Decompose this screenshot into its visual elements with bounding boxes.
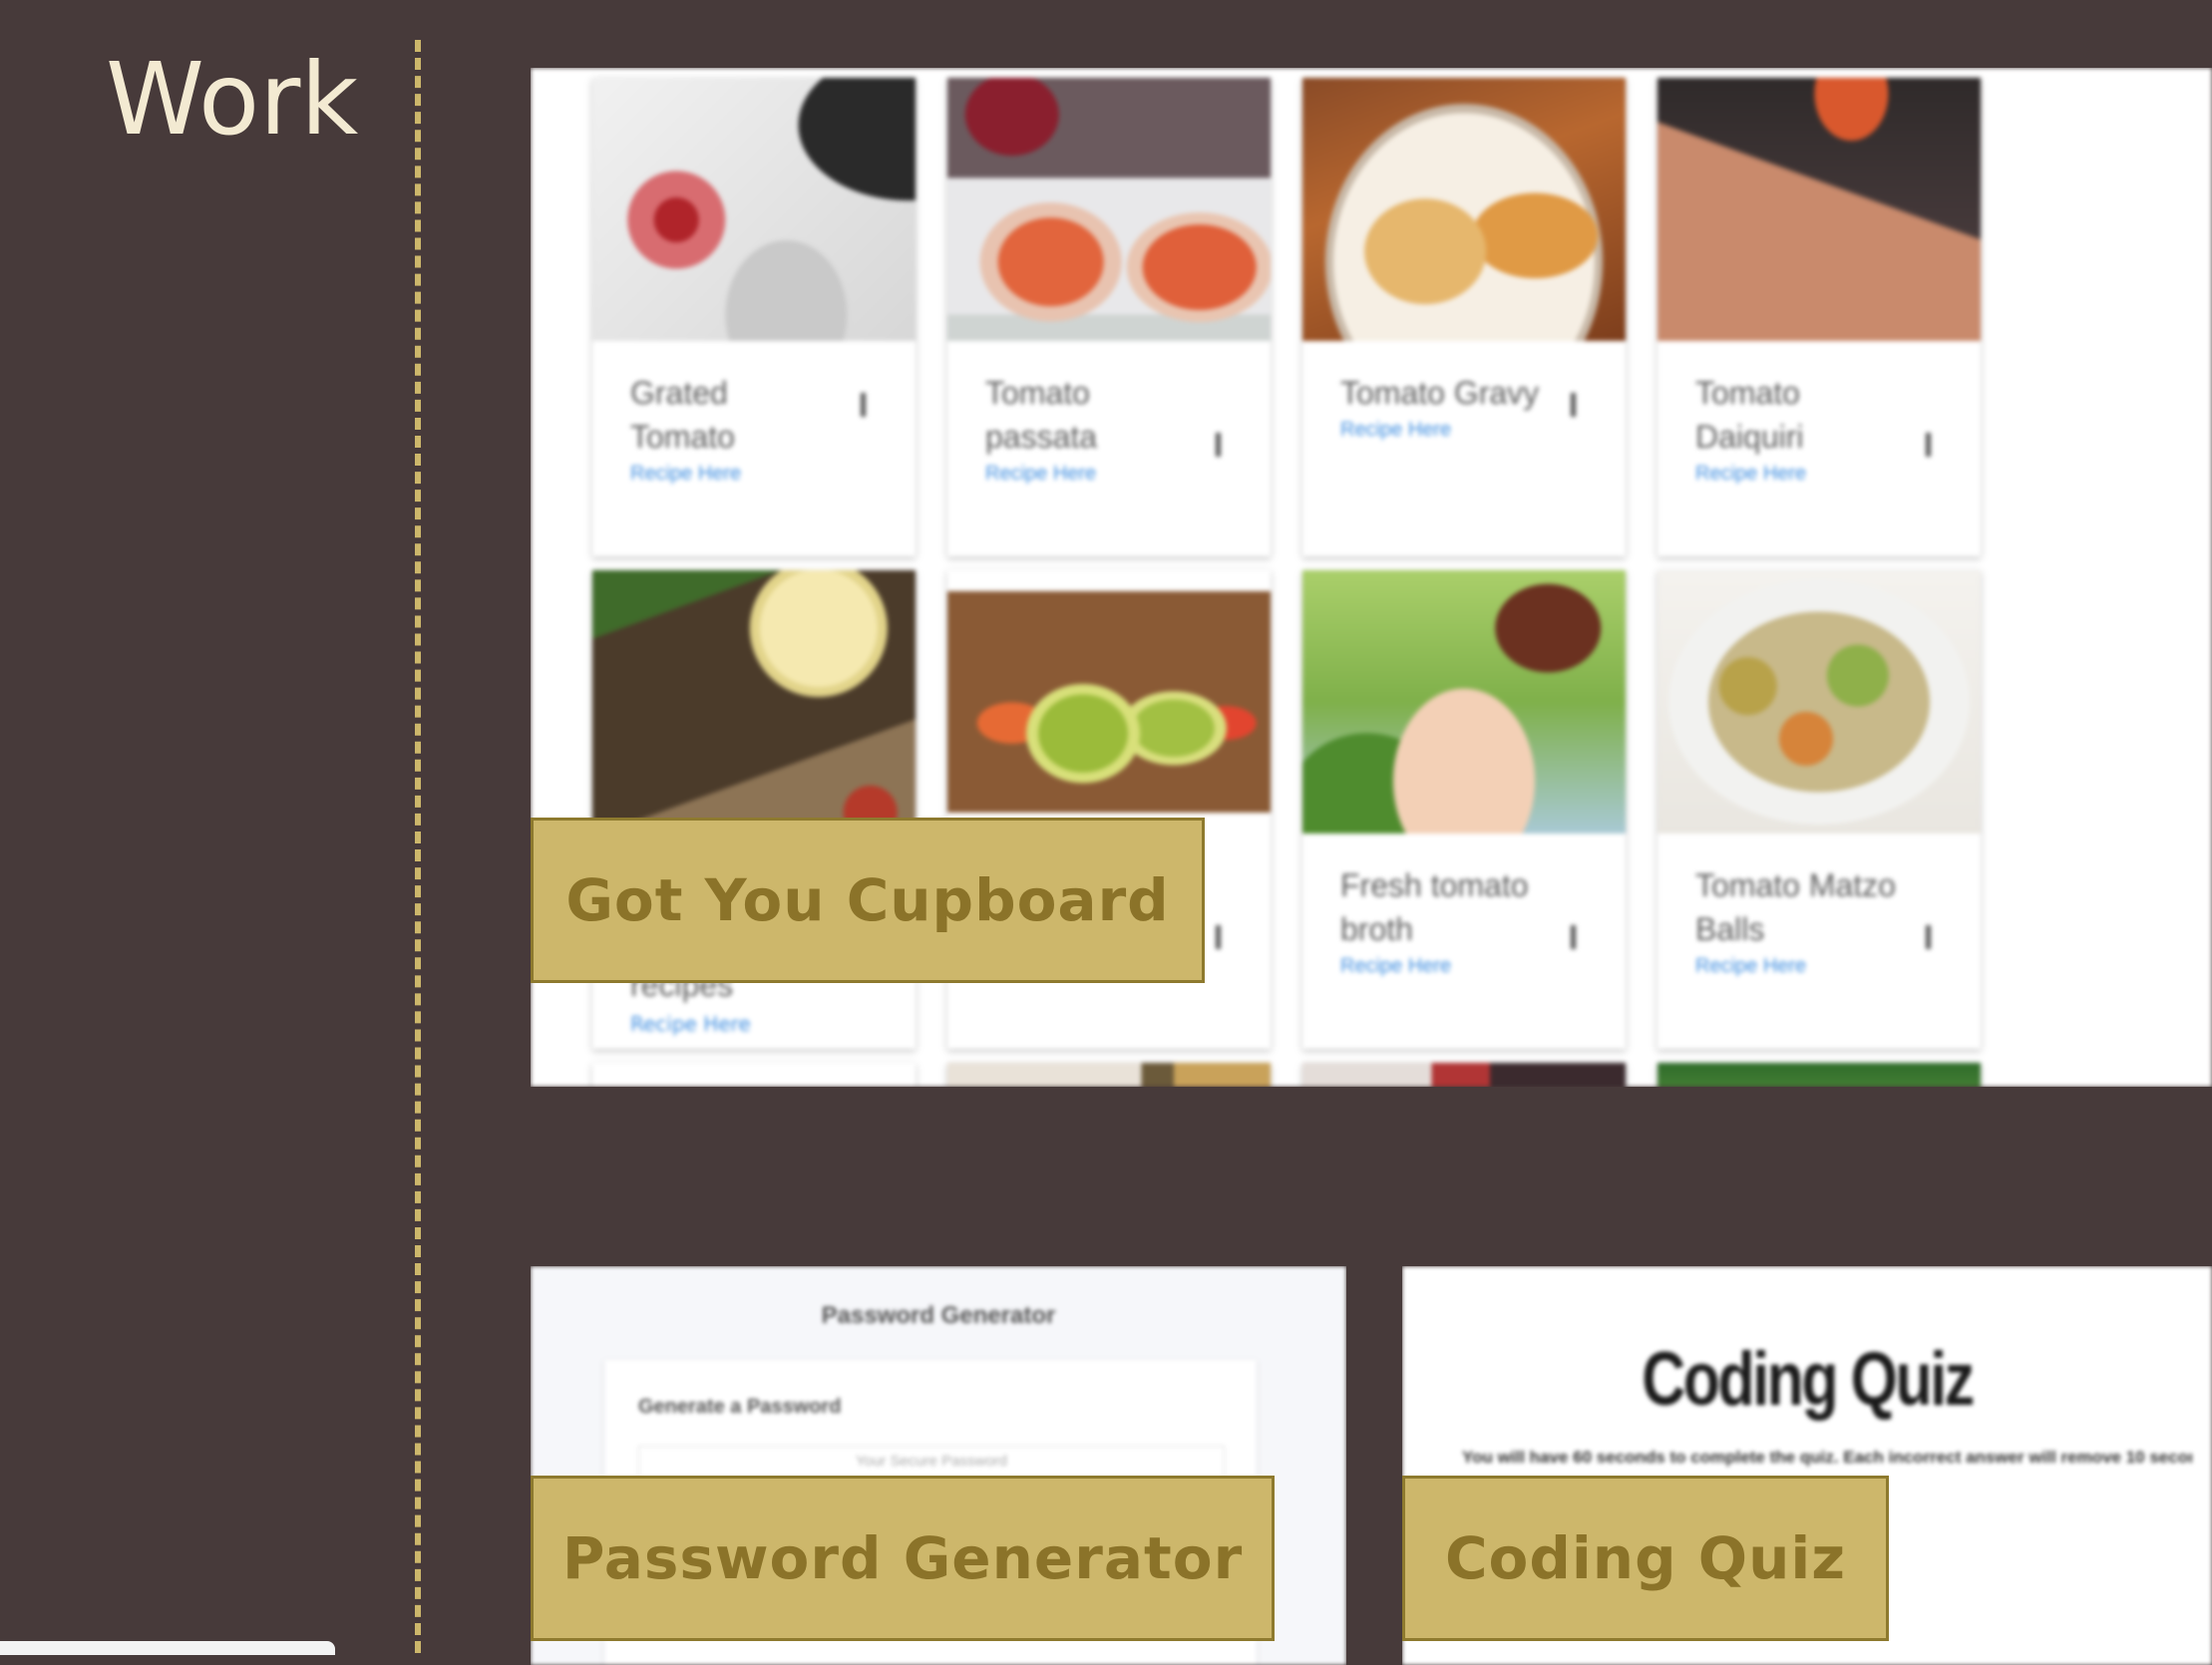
recipe-link[interactable]: Recipe Here xyxy=(1340,951,1550,981)
recipe-card: Tomato passata Recipe Here xyxy=(947,78,1271,556)
project-label[interactable]: Password Generator xyxy=(531,1476,1275,1641)
recipe-card: Grated Tomato Recipe Here xyxy=(592,78,916,556)
recipe-image xyxy=(1658,570,1981,833)
recipe-card: Tomato Matzo Balls Recipe Here xyxy=(1658,570,1981,1049)
recipe-card: Tomato Daiquiri Recipe Here xyxy=(1658,78,1981,556)
preview-title: Coding Quiz xyxy=(1642,1337,1975,1422)
more-options-icon[interactable] xyxy=(861,393,866,417)
recipe-title: Tomato Gravy Recipe Here xyxy=(1340,371,1550,445)
project-coding-quiz[interactable]: Coding Quiz You will have 60 seconds to … xyxy=(1402,1266,2212,1665)
recipe-image xyxy=(1302,570,1626,833)
more-options-icon[interactable] xyxy=(1216,433,1221,457)
generator-subtitle: Generate a Password xyxy=(638,1396,842,1418)
recipe-link[interactable]: Recipe Here xyxy=(985,459,1195,489)
recipe-card xyxy=(592,1063,916,1087)
recipe-card: Tomato Gravy Recipe Here xyxy=(1302,78,1626,556)
recipe-card: Fresh tomato broth Recipe Here xyxy=(1302,570,1626,1049)
recipe-title: Grated Tomato Recipe Here xyxy=(630,371,840,489)
preview-title: Password Generator xyxy=(821,1302,1056,1329)
project-label[interactable]: Coding Quiz xyxy=(1402,1476,1889,1641)
more-options-icon[interactable] xyxy=(1926,925,1931,949)
recipe-link[interactable]: Recipe Here xyxy=(1695,951,1905,981)
recipe-link[interactable]: Recipe Here xyxy=(1340,415,1550,445)
more-options-icon[interactable] xyxy=(1216,925,1221,949)
recipe-card xyxy=(947,1063,1271,1087)
more-options-icon[interactable] xyxy=(1571,393,1576,417)
recipe-card xyxy=(1302,1063,1626,1087)
recipe-image xyxy=(1658,78,1981,341)
recipe-title: Fresh tomato broth Recipe Here xyxy=(1340,863,1550,981)
recipe-image xyxy=(947,570,1271,833)
project-label[interactable]: Got You Cupboard xyxy=(531,818,1205,983)
section-title: Work xyxy=(106,41,359,158)
recipe-title: Tomato passata Recipe Here xyxy=(985,371,1195,489)
recipe-title: Tomato Daiquiri Recipe Here xyxy=(1695,371,1905,489)
project-got-you-cupboard[interactable]: Grated Tomato Recipe Here Tomato passata… xyxy=(531,68,2212,1087)
recipe-link[interactable]: Recipe Here xyxy=(630,459,840,489)
recipe-title: Tomato Matzo Balls Recipe Here xyxy=(1695,863,1905,981)
recipe-image xyxy=(592,78,916,341)
section-divider xyxy=(415,40,421,1653)
recipe-image xyxy=(947,78,1271,341)
quiz-description: You will have 60 seconds to complete the… xyxy=(1462,1448,2192,1467)
recipe-image xyxy=(1302,78,1626,341)
recipe-link[interactable]: Recipe Here xyxy=(1695,459,1905,489)
recipe-image xyxy=(592,570,916,833)
recipe-card xyxy=(1658,1063,1981,1087)
more-options-icon[interactable] xyxy=(1571,925,1576,949)
more-options-icon[interactable] xyxy=(1926,433,1931,457)
project-password-generator[interactable]: Password Generator Generate a Password Y… xyxy=(531,1266,1346,1665)
recipe-link[interactable]: Recipe Here xyxy=(630,1009,751,1039)
